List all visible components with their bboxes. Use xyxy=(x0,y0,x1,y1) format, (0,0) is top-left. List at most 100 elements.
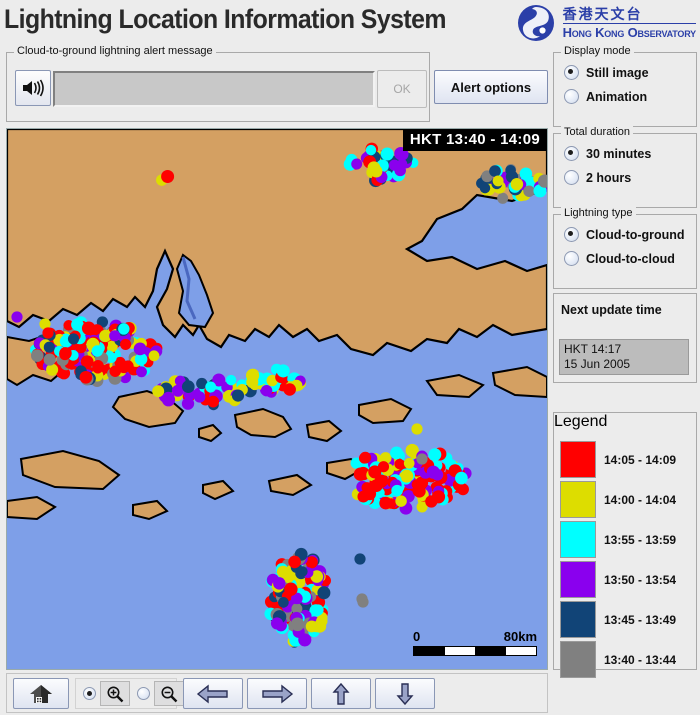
home-icon xyxy=(30,684,52,703)
lightning-strike-dot xyxy=(81,321,96,336)
lightning-strike-dot xyxy=(354,553,366,565)
radio-still-image-label: Still image xyxy=(586,65,649,80)
ok-button[interactable]: OK xyxy=(377,70,427,108)
lightning-strike-dot xyxy=(109,330,121,342)
lightning-strike-dot xyxy=(11,311,23,323)
zoom-in-icon[interactable] xyxy=(100,681,130,706)
zoom-out-radio-indicator xyxy=(137,687,150,700)
app-header: Lightning Location Information System 香港… xyxy=(0,0,700,45)
lightning-strike-dot xyxy=(380,147,394,161)
legend-label: 13:40 - 13:44 xyxy=(604,652,677,667)
lightning-strike-dot xyxy=(411,423,423,435)
lightning-strike-dot xyxy=(316,615,328,627)
lightning-strike-dot xyxy=(489,165,501,177)
lightning-strike-dot xyxy=(357,596,369,608)
lightning-strike-dot xyxy=(312,604,324,616)
lightning-strike-dot xyxy=(136,366,147,378)
lightning-strike-dot xyxy=(411,479,423,490)
radio-cloud-to-cloud[interactable]: Cloud-to-cloud xyxy=(554,251,696,266)
lightning-strike-dot xyxy=(92,362,104,374)
lightning-map[interactable]: HKT 13:40 - 14:09 0 80km xyxy=(6,128,548,670)
lightning-strike-dot xyxy=(260,384,273,397)
pan-down-button[interactable] xyxy=(375,678,435,709)
lightning-strike-dot xyxy=(122,360,134,372)
alert-message-input[interactable] xyxy=(53,71,375,107)
lightning-strike-dot xyxy=(30,349,44,362)
lightning-strike-dot xyxy=(388,159,401,171)
home-button[interactable] xyxy=(13,678,69,709)
speaker-alert-icon[interactable] xyxy=(15,70,51,106)
display-mode-group-label: Display mode xyxy=(561,45,634,57)
legend-row: 14:00 - 14:04 xyxy=(560,481,696,518)
legend-row: 13:55 - 13:59 xyxy=(560,521,696,558)
legend-row: 13:45 - 13:49 xyxy=(560,601,696,638)
zoom-out-icon-glyph xyxy=(161,686,178,702)
lightning-strike-dot xyxy=(194,391,206,403)
lightning-strike-dot xyxy=(457,483,469,496)
radio-2-hours-indicator xyxy=(564,170,579,185)
radio-animation-label: Animation xyxy=(586,89,648,104)
lightning-strike-dot xyxy=(270,617,284,630)
lightning-strike-dot xyxy=(510,177,524,191)
lightning-strike-dot xyxy=(43,353,56,366)
radio-still-image[interactable]: Still image xyxy=(554,65,696,80)
lightning-strike-dot xyxy=(276,364,290,378)
legend-label: 13:45 - 13:49 xyxy=(604,612,677,627)
legend-label: 13:55 - 13:59 xyxy=(604,532,677,547)
lightning-strike-dot xyxy=(357,490,370,503)
alert-message-group: Cloud-to-ground lightning alert message … xyxy=(6,45,430,122)
speaker-icon-glyph xyxy=(23,79,44,97)
lightning-strike-dot xyxy=(351,158,363,170)
lightning-strike-dot xyxy=(181,380,195,394)
lightning-strike-dot xyxy=(431,490,446,504)
pan-left-button[interactable] xyxy=(183,678,243,709)
pan-right-button[interactable] xyxy=(247,678,307,709)
lightning-strike-dot xyxy=(290,617,305,632)
next-update-time-panel: Next update time HKT 14:17 15 Jun 2005 xyxy=(553,293,697,383)
alert-options-button[interactable]: Alert options xyxy=(434,70,548,104)
page-title: Lightning Location Information System xyxy=(4,4,446,34)
radio-cloud-to-ground-indicator xyxy=(564,227,579,242)
lightning-strike-dot xyxy=(152,385,165,398)
zoom-in-radio-indicator xyxy=(83,687,96,700)
lightning-strike-dot xyxy=(370,479,383,492)
lightning-strike-dot xyxy=(43,341,55,353)
total-duration-group-label: Total duration xyxy=(561,126,634,138)
next-update-date: 15 Jun 2005 xyxy=(564,357,631,371)
lightning-location-information-system-window: Lightning Location Information System 香港… xyxy=(0,0,700,715)
radio-animation[interactable]: Animation xyxy=(554,89,696,104)
lightning-strike-dot xyxy=(109,365,121,377)
zoom-out-icon[interactable] xyxy=(154,681,184,706)
legend-label: 14:00 - 14:04 xyxy=(604,492,677,507)
pan-up-button[interactable] xyxy=(311,678,371,709)
lightning-strike-dot xyxy=(297,566,308,577)
radio-2-hours[interactable]: 2 hours xyxy=(554,170,696,185)
radio-cloud-to-ground[interactable]: Cloud-to-ground xyxy=(554,227,696,242)
radio-30-minutes-label: 30 minutes xyxy=(586,146,652,161)
next-update-time-value: HKT 14:17 15 Jun 2005 xyxy=(559,339,689,375)
lightning-strike-dot xyxy=(523,185,535,197)
lightning-strike-dot xyxy=(403,457,415,469)
lightning-strike-dot xyxy=(377,461,390,473)
lightning-strike-dot xyxy=(207,395,220,408)
lightning-strike-dot xyxy=(276,565,290,578)
lightning-strike-dot xyxy=(426,465,440,479)
legend-row: 13:40 - 13:44 xyxy=(560,641,696,678)
lightning-strike-dot xyxy=(120,338,132,350)
zoom-mode-group xyxy=(75,678,184,709)
map-timestamp: HKT 13:40 - 14:09 xyxy=(402,129,547,151)
radio-30-minutes[interactable]: 30 minutes xyxy=(554,146,696,161)
lightning-strike-dot xyxy=(67,333,80,345)
zoom-in-option[interactable] xyxy=(76,681,130,706)
lightning-strike-dot xyxy=(284,582,298,596)
lightning-strike-dot xyxy=(231,389,245,402)
lightning-strike-dot xyxy=(278,597,289,608)
lightning-strike-dot xyxy=(479,182,491,194)
radio-cloud-to-cloud-indicator xyxy=(564,251,579,266)
display-mode-group: Display mode Still image Animation xyxy=(553,45,697,127)
hko-swirl-logo-icon xyxy=(517,5,554,41)
zoom-out-option[interactable] xyxy=(130,681,184,706)
lightning-strike-dot xyxy=(91,345,104,357)
next-update-time: HKT 14:17 xyxy=(564,342,622,356)
arrow-up-icon xyxy=(332,682,350,705)
